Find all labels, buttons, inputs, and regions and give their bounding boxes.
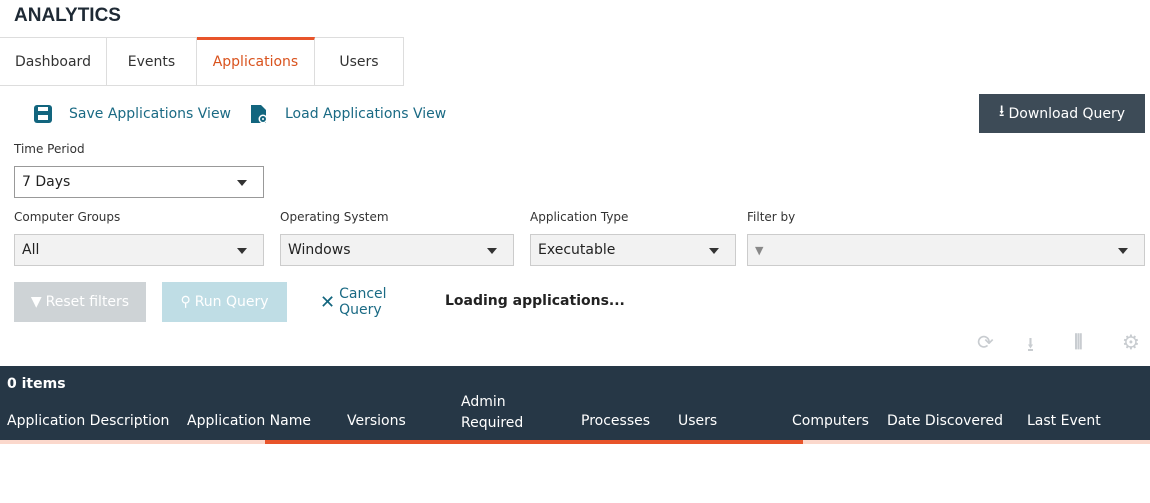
chevron-down-icon	[1118, 248, 1128, 254]
app-type-select[interactable]: Executable	[530, 234, 736, 266]
download-query-button[interactable]: ⭳ Download Query	[979, 94, 1145, 133]
download-icon: ⭳	[998, 101, 1005, 120]
chevron-down-icon	[237, 248, 247, 254]
filter-icon: ▼	[755, 244, 764, 257]
item-count: 0 items	[7, 376, 66, 392]
close-icon: ✕	[320, 291, 336, 313]
os-select[interactable]: Windows	[280, 234, 514, 266]
filter-by-label: Filter by	[747, 210, 796, 224]
column-header[interactable]: Last Event	[1027, 413, 1101, 429]
run-query-button[interactable]: ⚲ Run Query	[162, 282, 287, 322]
reset-filters-button[interactable]: ▼ Reset filters	[14, 282, 146, 322]
column-header[interactable]: Date Discovered	[887, 413, 1003, 429]
columns-icon[interactable]: ⦀	[1074, 330, 1083, 354]
computer-groups-select[interactable]: All	[14, 234, 264, 266]
download-icon[interactable]: ⭳	[1027, 330, 1034, 364]
column-header[interactable]: Admin Required	[461, 392, 541, 434]
filter-by-select[interactable]: ▼	[747, 234, 1145, 266]
os-label: Operating System	[280, 210, 389, 224]
file-view-icon	[251, 105, 268, 124]
gear-icon[interactable]: ⚙	[1122, 330, 1140, 354]
refresh-icon[interactable]: ⟳	[977, 330, 994, 354]
tab-applications[interactable]: Applications	[196, 37, 315, 85]
column-header[interactable]: Users	[678, 413, 717, 429]
search-icon: ⚲	[180, 294, 191, 310]
cancel-query-button[interactable]: ✕ Cancel Query	[320, 282, 432, 322]
column-header[interactable]: Versions	[347, 413, 406, 429]
column-header[interactable]: Application Name	[187, 413, 311, 429]
time-period-label: Time Period	[14, 142, 85, 156]
table-header: 0 items Application Description Applicat…	[0, 366, 1150, 440]
chevron-down-icon	[709, 248, 719, 254]
page-title: ANALYTICS	[14, 5, 121, 26]
column-header[interactable]: Processes	[581, 413, 650, 429]
load-view-link[interactable]: Load Applications View	[249, 104, 446, 124]
tab-dashboard[interactable]: Dashboard	[0, 37, 107, 85]
tab-users[interactable]: Users	[314, 37, 404, 85]
chevron-down-icon	[237, 180, 247, 186]
tab-bar: Dashboard Events Applications Users	[0, 37, 404, 86]
app-type-label: Application Type	[530, 210, 629, 224]
save-view-link[interactable]: Save Applications View	[33, 104, 231, 124]
save-icon	[34, 105, 52, 123]
column-header[interactable]: Application Description	[7, 413, 169, 429]
computer-groups-label: Computer Groups	[14, 210, 121, 224]
filter-reset-icon: ▼	[30, 294, 42, 310]
column-header[interactable]: Computers	[792, 413, 869, 429]
loading-status: Loading applications...	[445, 293, 625, 309]
time-period-select[interactable]: 7 Days	[14, 166, 264, 198]
loading-progress-bar	[265, 440, 803, 444]
chevron-down-icon	[487, 248, 497, 254]
tab-events[interactable]: Events	[106, 37, 197, 85]
